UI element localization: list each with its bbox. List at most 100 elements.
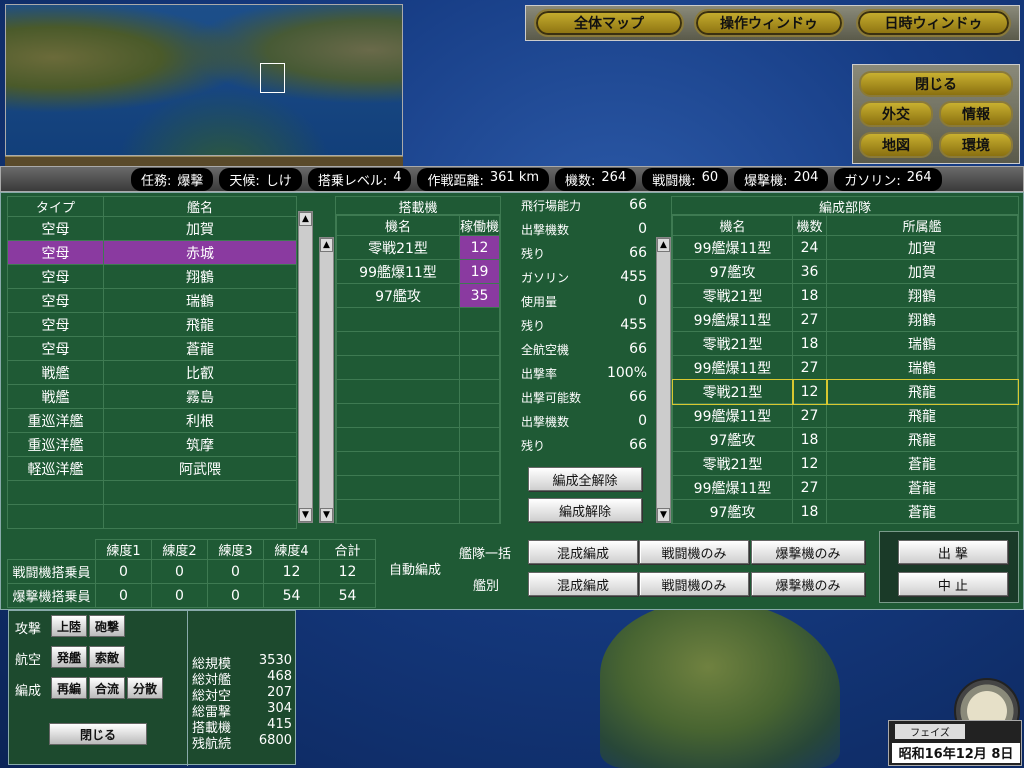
crew-value: 12 [319, 559, 376, 584]
formation-row[interactable]: 99艦爆11型 27 蒼龍 [672, 475, 1018, 500]
aircraft-row[interactable] [336, 427, 501, 452]
operation-window-button[interactable]: 操作ウィンドゥ [694, 9, 844, 37]
aircraft-active: 19 [458, 259, 501, 284]
command-button[interactable]: 分散 [127, 677, 163, 699]
fleet-mixed-button[interactable]: 混成編成 [528, 540, 638, 564]
crew-value: 0 [95, 583, 152, 608]
formation-row[interactable]: 99艦爆11型 24 加賀 [672, 235, 1018, 260]
command-button[interactable]: 索敵 [89, 646, 125, 668]
ship-row[interactable]: 戦艦 霧島 [7, 384, 297, 409]
ship-type: 空母 [7, 264, 104, 289]
scroll-up-icon[interactable]: ▲ [299, 212, 312, 226]
formation-scrollbar[interactable]: ▲ ▼ [656, 237, 671, 523]
status-label: 任務: [141, 173, 172, 189]
command-button[interactable]: 発艦 [51, 646, 87, 668]
ship-bombers-button[interactable]: 爆撃機のみ [751, 572, 865, 596]
stat-label: 残り [521, 438, 546, 453]
fleet-fighters-button[interactable]: 戦闘機のみ [639, 540, 749, 564]
aircraft-row[interactable]: 99艦爆11型 19 [336, 259, 501, 284]
diplomacy-button[interactable]: 外交 [859, 101, 933, 127]
formation-row[interactable]: 97艦攻 18 飛龍 [672, 427, 1018, 452]
sortie-button[interactable]: 出 撃 [898, 540, 1008, 564]
clear-formation-button[interactable]: 編成解除 [528, 498, 642, 522]
ship-type: 空母 [7, 288, 104, 313]
ship-row[interactable]: 空母 翔鶴 [7, 264, 297, 289]
aircraft-scrollbar[interactable]: ▲ ▼ [319, 237, 334, 523]
formation-row[interactable]: 99艦爆11型 27 翔鶴 [672, 307, 1018, 332]
formation-row[interactable]: 零戦21型 12 蒼龍 [672, 451, 1018, 476]
formation-aircraft: 零戦21型 [671, 378, 794, 405]
info-button[interactable]: 情報 [939, 101, 1013, 127]
aircraft-row[interactable] [336, 307, 501, 332]
aircraft-row[interactable] [336, 499, 501, 524]
ship-type: 戦艦 [7, 384, 104, 409]
world-map-button[interactable]: 全体マップ [534, 9, 684, 37]
command-group-label: 編成 [15, 684, 42, 699]
status-value: 60 [701, 169, 719, 185]
overview-minimap[interactable] [5, 4, 403, 156]
clear-all-formation-button[interactable]: 編成全解除 [528, 467, 642, 491]
aircraft-row[interactable] [336, 331, 501, 356]
aircraft-row[interactable] [336, 403, 501, 428]
aircraft-row[interactable]: 97艦攻 35 [336, 283, 501, 308]
map-button[interactable]: 地図 [859, 132, 933, 158]
scroll-down-icon[interactable]: ▼ [657, 508, 670, 522]
command-button[interactable]: 合流 [89, 677, 125, 699]
fleet-bombers-button[interactable]: 爆撃機のみ [751, 540, 865, 564]
ship-row[interactable] [7, 480, 297, 505]
status-label: ガソリン: [844, 173, 901, 189]
total-row: 残航続 6800 [192, 733, 292, 752]
aircraft-row[interactable]: 零戦21型 12 [336, 235, 501, 260]
ship-row[interactable]: 重巡洋艦 筑摩 [7, 432, 297, 457]
ship-type [7, 504, 104, 529]
date-panel: フェイズ 昭和16年12月 8日 [888, 720, 1022, 766]
minimap-viewport-frame[interactable] [260, 63, 285, 93]
crew-value: 0 [151, 583, 208, 608]
ship-name: 飛龍 [103, 312, 297, 337]
close-menu-button[interactable]: 閉じる [859, 71, 1013, 97]
ship-row[interactable]: 空母 赤城 [7, 240, 297, 265]
aircraft-row[interactable] [336, 451, 501, 476]
ship-list-scrollbar[interactable]: ▲ ▼ [298, 211, 313, 523]
stat-label: 出撃率 [521, 366, 558, 381]
ship-name: 蒼龍 [103, 336, 297, 361]
command-button[interactable]: 再編 [51, 677, 87, 699]
ship-name: 筑摩 [103, 432, 297, 457]
formation-ship: 蒼龍 [826, 451, 1018, 476]
aircraft-row[interactable] [336, 379, 501, 404]
command-button[interactable]: 砲撃 [89, 615, 125, 637]
formation-row[interactable]: 零戦21型 12 飛龍 [671, 378, 1019, 405]
ship-row[interactable]: 重巡洋艦 利根 [7, 408, 297, 433]
ship-fighters-button[interactable]: 戦闘機のみ [639, 572, 749, 596]
status-value: 爆撃 [177, 173, 204, 189]
aircraft-name [336, 475, 460, 500]
ship-row[interactable]: 軽巡洋艦 阿武隈 [7, 456, 297, 481]
command-button[interactable]: 上陸 [51, 615, 87, 637]
formation-row[interactable]: 97艦攻 36 加賀 [672, 259, 1018, 284]
ship-row[interactable]: 空母 飛龍 [7, 312, 297, 337]
ship-row[interactable]: 空母 加賀 [7, 216, 297, 241]
environment-button[interactable]: 環境 [939, 132, 1013, 158]
date-window-button[interactable]: 日時ウィンドゥ [856, 9, 1011, 37]
scroll-up-icon[interactable]: ▲ [320, 238, 333, 252]
formation-row[interactable]: 零戦21型 18 翔鶴 [672, 283, 1018, 308]
scroll-up-icon[interactable]: ▲ [657, 238, 670, 252]
ship-row[interactable]: 空母 蒼龍 [7, 336, 297, 361]
ship-row[interactable]: 戦艦 比叡 [7, 360, 297, 385]
ship-row[interactable]: 空母 瑞鶴 [7, 288, 297, 313]
formation-row[interactable]: 零戦21型 18 瑞鶴 [672, 331, 1018, 356]
formation-row[interactable]: 99艦爆11型 27 飛龍 [672, 403, 1018, 428]
aircraft-row[interactable] [336, 475, 501, 500]
ship-row[interactable] [7, 504, 297, 529]
scroll-down-icon[interactable]: ▼ [299, 508, 312, 522]
close-command-button[interactable]: 閉じる [49, 723, 147, 745]
aircraft-name [336, 427, 460, 452]
ship-mixed-button[interactable]: 混成編成 [528, 572, 638, 596]
cancel-button[interactable]: 中 止 [898, 572, 1008, 596]
aircraft-row[interactable] [336, 355, 501, 380]
ship-name: 翔鶴 [103, 264, 297, 289]
scroll-down-icon[interactable]: ▼ [320, 508, 333, 522]
formation-row[interactable]: 97艦攻 18 蒼龍 [672, 499, 1018, 524]
stat-row: 使用量 0 [517, 289, 651, 313]
formation-row[interactable]: 99艦爆11型 27 瑞鶴 [672, 355, 1018, 380]
